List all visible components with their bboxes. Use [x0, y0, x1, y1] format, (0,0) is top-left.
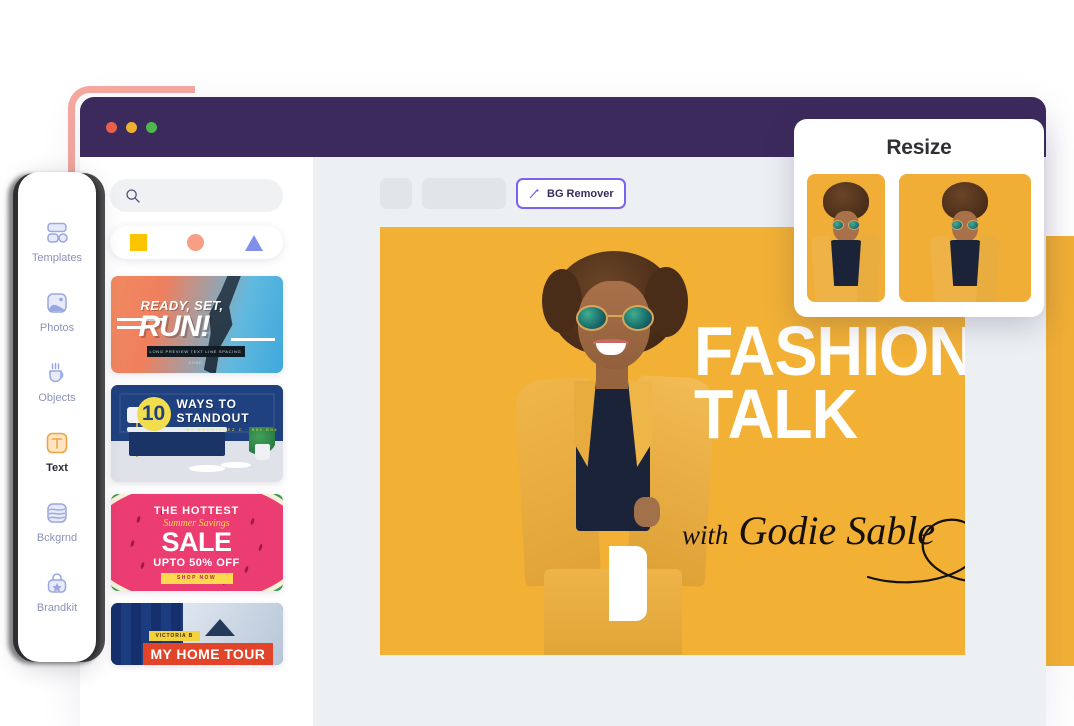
resize-panel-title: Resize — [886, 136, 952, 159]
template4-title: MY HOME TOUR — [150, 646, 266, 662]
artboard-subtitle-with: with — [682, 520, 729, 550]
template1-caption-bar: LONG PREVIEW TEXT LINE SPACING ZONE — [146, 346, 245, 365]
round-sunglasses-icon — [576, 305, 654, 331]
photos-icon — [47, 293, 67, 313]
brandkit-icon — [47, 573, 67, 593]
jacket-left-sleeve — [929, 235, 955, 302]
sidebar-item-label: Photos — [39, 322, 75, 334]
side-table — [220, 462, 251, 468]
coffee-table — [188, 465, 225, 472]
toolbar-placeholder-large[interactable] — [422, 178, 506, 209]
template3-line1: THE HOTTEST — [153, 505, 240, 517]
magic-wand-icon — [529, 188, 540, 199]
hand — [634, 497, 660, 527]
plant-pot — [254, 444, 270, 460]
resize-thumbnail-portrait[interactable] — [807, 174, 885, 302]
artboard-title-line1: FASHION — [694, 312, 965, 390]
yellow-edge-decoration — [1044, 236, 1074, 666]
close-window-dot[interactable] — [106, 121, 117, 133]
sidebar-item-label: Bckgrnd — [36, 532, 78, 544]
artboard-subtitle: with Godie Sable — [682, 507, 935, 554]
sidebar-item-label: Templates — [31, 252, 83, 264]
template1-caption: LONG PREVIEW TEXT LINE SPACING ZONE — [149, 349, 242, 365]
background-icon — [47, 503, 67, 523]
face — [951, 210, 979, 242]
sunglasses-right-lens — [622, 305, 654, 331]
sunglasses-bridge — [608, 315, 622, 317]
toolbar-placeholder-small[interactable] — [380, 178, 412, 209]
template3-line3: SALE — [161, 527, 232, 557]
sidebar-item-background[interactable]: Bckgrnd — [37, 500, 77, 544]
template3-line4: UPTO 50% OFF — [153, 557, 240, 569]
sidebar-item-label: Brandkit — [36, 602, 78, 614]
sidebar-item-templates[interactable]: Templates — [32, 220, 82, 264]
template3-cta-label: SHOP NOW — [177, 575, 216, 581]
sideboard — [128, 432, 225, 456]
sidebar-item-label: Text — [46, 462, 68, 474]
round-sunglasses-icon — [832, 219, 860, 230]
speed-line — [230, 338, 275, 341]
circle-filter-icon[interactable] — [187, 234, 205, 251]
shape-filter-row — [110, 226, 283, 259]
bg-remover-label: BG Remover — [547, 187, 614, 200]
template4-tag: VICTORIA B — [148, 631, 201, 641]
template-thumbnail-list: READY, SET, RUN! LONG PREVIEW TEXT LINE … — [80, 276, 313, 665]
sidebar-item-text[interactable]: Text — [44, 430, 70, 474]
template-thumbnail-summer-sale[interactable]: THE HOTTEST Summer Savings SALE UPTO 50%… — [110, 494, 283, 591]
resize-subject-square — [929, 181, 1001, 302]
search-icon — [126, 188, 140, 203]
template2-line2: STANDOUT — [176, 411, 250, 425]
template2-number: 10 — [136, 397, 171, 431]
bg-remover-button[interactable]: BG Remover — [516, 178, 626, 209]
artboard-title: FASHION TALK — [694, 312, 965, 453]
template2-caption: BY RODRIGUEZ C · S01 E04 — [186, 427, 279, 432]
sidebar-item-label: Objects — [38, 392, 76, 404]
jacket-right-sleeve — [856, 235, 882, 302]
resize-subject-portrait — [810, 181, 882, 302]
sidebar-item-brandkit[interactable]: Brandkit — [37, 570, 77, 614]
text-icon — [46, 432, 68, 454]
maximize-window-dot[interactable] — [146, 121, 157, 133]
jacket-right-sleeve — [975, 235, 1001, 302]
template2-line1: WAYS TO — [176, 397, 237, 411]
sunglasses-left-lens — [576, 305, 608, 331]
minimize-window-dot[interactable] — [126, 121, 137, 133]
resize-thumbnail-row — [794, 174, 1044, 302]
face — [832, 210, 860, 242]
template4-title-band: MY HOME TOUR — [142, 643, 273, 665]
template-thumbnail-ten-ways[interactable]: 10 WAYS TO STANDOUT BY RODRIGUEZ C · S01… — [110, 385, 283, 482]
templates-icon — [47, 222, 68, 243]
resize-panel: Resize — [794, 119, 1044, 317]
resize-thumbnail-square[interactable] — [899, 174, 1031, 302]
jacket-left-sleeve — [810, 235, 836, 302]
objects-icon — [49, 362, 64, 383]
search-input[interactable] — [110, 179, 283, 212]
square-filter-icon[interactable] — [130, 234, 148, 251]
house-roof-shape — [204, 619, 235, 636]
app-stage: READY, SET, RUN! LONG PREVIEW TEXT LINE … — [0, 0, 1074, 726]
panel-collapse-nub[interactable] — [625, 546, 647, 621]
sidebar-item-objects[interactable]: Objects — [38, 360, 76, 404]
template-panel: READY, SET, RUN! LONG PREVIEW TEXT LINE … — [80, 157, 313, 726]
template3-cta-button[interactable]: SHOP NOW — [160, 573, 233, 584]
navy-top — [929, 235, 1001, 302]
template1-line2: RUN! — [138, 310, 211, 343]
tool-rail: Templates Photos Objects Text Bckgrnd Br… — [18, 172, 96, 662]
navy-top — [810, 235, 882, 302]
artboard-title-line2: TALK — [694, 375, 858, 453]
triangle-filter-icon[interactable] — [244, 234, 263, 251]
template-thumbnail-my-home-tour[interactable]: VICTORIA B MY HOME TOUR — [110, 603, 283, 665]
round-sunglasses-icon — [951, 219, 979, 230]
sidebar-item-photos[interactable]: Photos — [40, 290, 74, 334]
artboard-subtitle-name: Godie Sable — [738, 508, 936, 553]
template-thumbnail-ready-set-run[interactable]: READY, SET, RUN! LONG PREVIEW TEXT LINE … — [110, 276, 283, 373]
